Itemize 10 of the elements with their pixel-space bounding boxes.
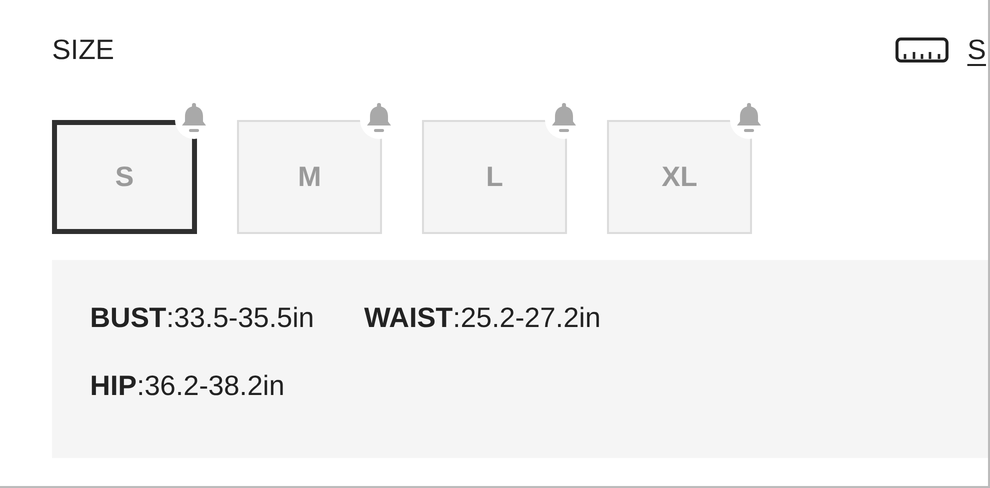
size-option[interactable]: XL: [607, 120, 752, 234]
measurement-text: HIP:36.2-38.2in: [90, 369, 285, 403]
size-option[interactable]: L: [422, 120, 567, 234]
size-option[interactable]: M: [237, 120, 382, 234]
section-title: SIZE: [52, 34, 114, 66]
size-option[interactable]: S: [52, 120, 197, 234]
measurement-text: WAIST:25.2-27.2in: [364, 301, 601, 335]
size-guide-link[interactable]: S: [895, 34, 988, 66]
measurement-text: BUST:33.5-35.5in: [90, 301, 314, 335]
ruler-icon: [895, 37, 950, 63]
